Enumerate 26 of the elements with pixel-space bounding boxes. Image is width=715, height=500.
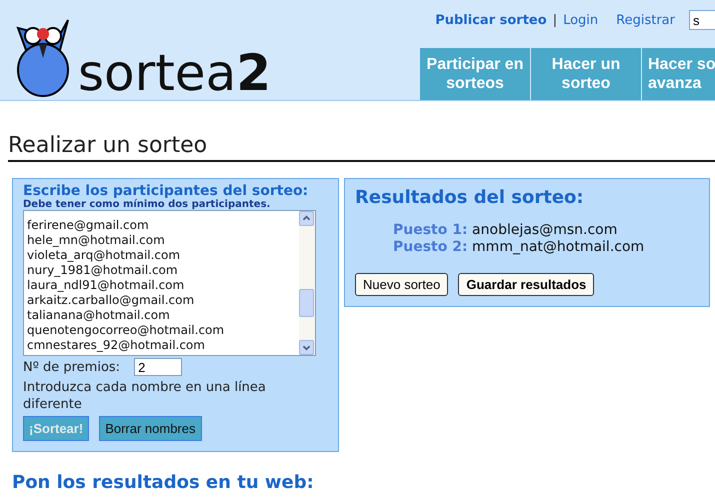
- nav-link[interactable]: Publicar sorteo: [435, 12, 547, 28]
- scroll-thumb[interactable]: [299, 289, 314, 317]
- nav-tab[interactable]: Hacer so avanza: [642, 48, 715, 100]
- instruction-text: Introduzca cada nombre en una línea diferente: [23, 379, 267, 413]
- field-label: Nº de premios:: [23, 360, 120, 374]
- result-line: Puesto 1: anoblejas@msn.com: [393, 222, 618, 239]
- panel-title: Resultados del sorteo:: [355, 187, 585, 208]
- prizes-field[interactable]: 2: [134, 358, 182, 376]
- nav-tab[interactable]: Hacer un sorteo: [531, 48, 641, 100]
- search-field[interactable]: s: [689, 10, 715, 30]
- separator: |: [552, 12, 558, 28]
- action-button[interactable]: Nuevo sorteo: [355, 273, 448, 296]
- page-title: Realizar un sorteo: [8, 133, 715, 162]
- result-line: Puesto 2: mmm_nat@hotmail.com: [393, 239, 646, 256]
- section-title: Pon los resultados en tu web:: [12, 472, 315, 493]
- nav-link[interactable]: Login: [563, 12, 598, 28]
- scroll-down-icon[interactable]: [299, 340, 314, 355]
- action-button[interactable]: Borrar nombres: [99, 416, 202, 441]
- scroll-up-icon[interactable]: [299, 211, 314, 226]
- hint-text: Debe tener como mínimo dos participantes.: [23, 199, 272, 210]
- nav-link[interactable]: Registrar: [616, 12, 675, 28]
- participants-textarea[interactable]: ferirene@gmail.com hele_mn@hotmail.com violeta_arq@hotmail.com nury_1981@hotmail.com laura_ndl91@hotmail.com arkaitz.carballo@gmail.com talianana@hotmail.com quenotengocorreo@hotmail.com cmnestares_92@hotmail.com: [23, 210, 316, 356]
- panel-title: Escribe los participantes del sorteo:: [23, 183, 310, 199]
- logo-text: sortea2: [78, 48, 271, 98]
- action-button[interactable]: Guardar resultados: [458, 273, 594, 296]
- nav-tab[interactable]: Participar en sorteos: [420, 48, 530, 100]
